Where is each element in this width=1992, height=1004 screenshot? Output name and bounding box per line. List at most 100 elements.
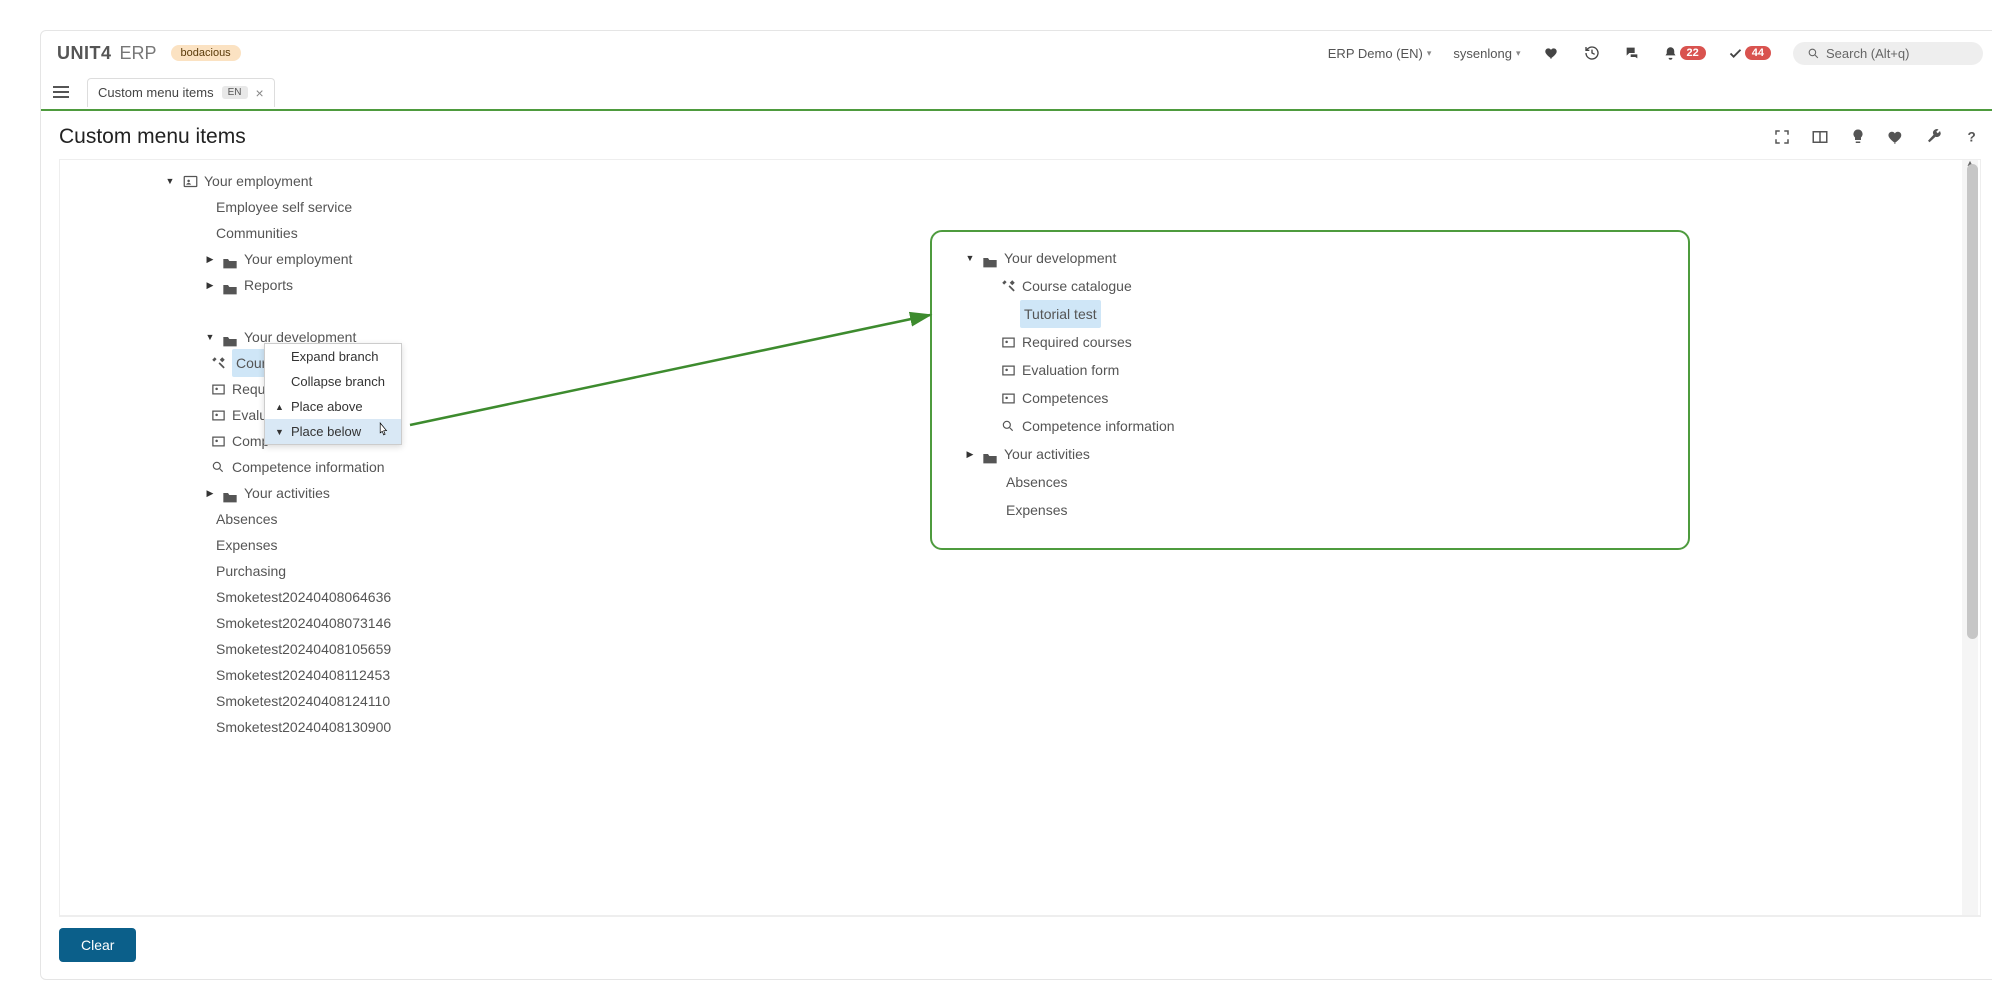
callout-node-evaluation-form[interactable]: Evaluation form — [956, 356, 1678, 384]
tree-node-smoketest[interactable]: Smoketest20240408073146 — [140, 610, 1980, 636]
callout-node-competence-information[interactable]: Competence information — [956, 412, 1678, 440]
logo-area: UNIT4 ERP bodacious — [57, 43, 241, 64]
folder-icon — [222, 278, 238, 292]
caret-down-icon[interactable] — [202, 324, 218, 351]
scrollbar-thumb[interactable] — [1967, 164, 1978, 639]
callout-node-your-activities[interactable]: Your activities — [956, 440, 1678, 468]
tree-node-smoketest[interactable]: Smoketest20240408130900 — [140, 714, 1980, 740]
topbar-right: ERP Demo (EN) ▾ sysenlong ▾ 22 — [1328, 42, 1983, 65]
person-card-icon — [210, 433, 226, 449]
page-header-tools: ? — [1773, 128, 1981, 146]
tree-label: Your employment — [204, 168, 312, 194]
tree-node-smoketest[interactable]: Smoketest20240408112453 — [140, 662, 1980, 688]
search-box[interactable]: Search (Alt+q) — [1793, 42, 1983, 65]
tab-lang-badge: EN — [222, 86, 248, 99]
tree-label: Communities — [216, 220, 298, 246]
check-icon — [1728, 46, 1743, 61]
callout-node-tutorial-test[interactable]: Tutorial test — [956, 300, 1678, 328]
tree-label: Tutorial test — [1020, 300, 1101, 328]
tree-label: Required courses — [1022, 329, 1132, 355]
callout-node-required-courses[interactable]: Required courses — [956, 328, 1678, 356]
ctx-place-above[interactable]: ▲ Place above — [265, 394, 401, 419]
clear-button[interactable]: Clear — [59, 928, 136, 962]
tree-node-smoketest[interactable]: Smoketest20240408124110 — [140, 688, 1980, 714]
callout-node-absences[interactable]: Absences — [956, 468, 1678, 496]
tree-label: Your activities — [1004, 441, 1090, 467]
chevron-down-icon: ▾ — [1427, 48, 1432, 59]
logo-product: ERP — [120, 43, 157, 64]
alerts-button[interactable]: 22 — [1663, 46, 1706, 61]
menu-button[interactable] — [53, 80, 77, 104]
tree-label: Expenses — [216, 532, 277, 558]
caret-down-icon[interactable] — [962, 245, 978, 272]
search-icon — [1000, 418, 1016, 434]
tree-label: Competences — [1022, 385, 1108, 411]
context-dropdown[interactable]: ERP Demo (EN) ▾ — [1328, 46, 1432, 61]
tasks-button[interactable]: 44 — [1728, 46, 1771, 61]
tools-icon — [210, 355, 226, 371]
search-placeholder: Search (Alt+q) — [1826, 46, 1909, 61]
split-icon[interactable] — [1811, 128, 1829, 146]
page-title: Custom menu items — [59, 125, 246, 149]
tree-label: Your employment — [244, 246, 352, 272]
heart-icon[interactable] — [1543, 44, 1561, 62]
tree-node-smoketest[interactable]: Smoketest20240408064636 — [140, 584, 1980, 610]
folder-icon — [222, 486, 238, 500]
tab-title: Custom menu items — [98, 85, 214, 100]
tree-label: Smoketest20240408064636 — [216, 584, 391, 610]
person-card-icon — [1000, 362, 1016, 378]
ctx-place-below[interactable]: ▼ Place below — [265, 419, 401, 444]
tree-label: Absences — [216, 506, 277, 532]
tree-node-employee-self-service[interactable]: Employee self service — [140, 194, 1980, 220]
person-card-icon — [210, 381, 226, 397]
wrench-icon[interactable] — [1925, 128, 1943, 146]
tree-label: Absences — [1006, 469, 1067, 495]
callout-node-expenses[interactable]: Expenses — [956, 496, 1678, 524]
help-icon[interactable]: ? — [1963, 128, 1981, 146]
caret-down-icon: ▼ — [275, 427, 285, 437]
tree-label: Smoketest20240408130900 — [216, 714, 391, 740]
tree-node-smoketest[interactable]: Smoketest20240408105659 — [140, 636, 1980, 662]
user-label: sysenlong — [1453, 46, 1512, 61]
tree-label: Expenses — [1006, 497, 1067, 523]
tree-label: Competence information — [1022, 413, 1175, 439]
tree-node-your-employment-root[interactable]: Your employment — [140, 168, 1980, 194]
logo-brand: UNIT4 — [57, 43, 112, 64]
tree-node-purchasing[interactable]: Purchasing — [140, 558, 1980, 584]
callout-node-competences[interactable]: Competences — [956, 384, 1678, 412]
ctx-expand-branch[interactable]: Expand branch — [265, 344, 401, 369]
history-icon[interactable] — [1583, 44, 1601, 62]
lightbulb-icon[interactable] — [1849, 128, 1867, 146]
tree-label: Employee self service — [216, 194, 352, 220]
svg-text:?: ? — [1968, 130, 1976, 145]
ctx-label: Place below — [291, 424, 361, 439]
caret-right-icon[interactable] — [202, 246, 218, 273]
callout-node-your-development[interactable]: Your development — [956, 244, 1678, 272]
caret-down-icon[interactable] — [162, 168, 178, 195]
ctx-label: Collapse branch — [291, 374, 385, 389]
callout-node-course-catalogue[interactable]: Course catalogue — [956, 272, 1678, 300]
caret-right-icon[interactable] — [202, 272, 218, 299]
tree-label: Your development — [1004, 245, 1116, 271]
context-label: ERP Demo (EN) — [1328, 46, 1423, 61]
folder-icon — [222, 252, 238, 266]
chat-icon[interactable] — [1623, 44, 1641, 62]
tree-label: Evaluation form — [1022, 357, 1119, 383]
heart-icon[interactable] — [1887, 128, 1905, 146]
caret-right-icon[interactable] — [202, 480, 218, 507]
bell-icon — [1663, 46, 1678, 61]
caret-right-icon[interactable] — [962, 441, 978, 468]
tree-label: Course catalogue — [1022, 273, 1132, 299]
ctx-collapse-branch[interactable]: Collapse branch — [265, 369, 401, 394]
caret-up-icon: ▲ — [275, 402, 285, 412]
env-pill: bodacious — [171, 45, 241, 61]
app-window: UNIT4 ERP bodacious ERP Demo (EN) ▾ syse… — [40, 30, 1992, 980]
tasks-badge: 44 — [1745, 46, 1771, 60]
user-dropdown[interactable]: sysenlong ▾ — [1453, 46, 1520, 61]
tree-label: Smoketest20240408112453 — [216, 662, 390, 688]
tree-label: Competence information — [232, 454, 385, 480]
tab-custom-menu-items[interactable]: Custom menu items EN × — [87, 78, 275, 107]
fullscreen-icon[interactable] — [1773, 128, 1791, 146]
close-icon[interactable]: × — [256, 85, 264, 101]
folder-icon — [222, 330, 238, 344]
